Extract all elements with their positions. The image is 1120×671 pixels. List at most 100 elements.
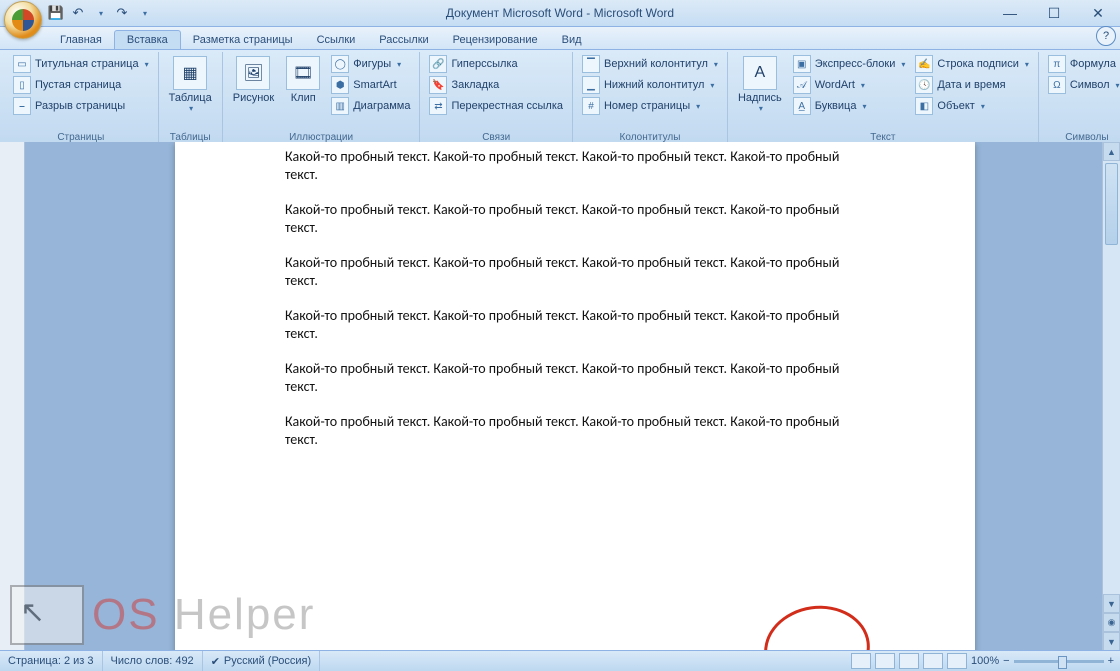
zoom-level[interactable]: 100% (971, 655, 999, 667)
save-icon[interactable]: 💾 (48, 5, 64, 21)
status-page[interactable]: Страница: 2 из 3 (0, 651, 103, 671)
paragraph: Какой-то пробный текст. Какой-то пробный… (285, 413, 845, 448)
ribbon-tabs: Главная Вставка Разметка страницы Ссылки… (0, 27, 1120, 50)
next-page-button[interactable]: ▼ (1103, 632, 1120, 651)
sigline-button[interactable]: ✍Строка подписи (912, 54, 1031, 74)
view-fullscreen[interactable] (875, 653, 895, 669)
redo-icon[interactable]: ↷ (114, 5, 130, 21)
paragraph: Какой-то пробный текст. Какой-то пробный… (285, 307, 845, 342)
bookmark-button[interactable]: 🔖Закладка (426, 75, 566, 95)
footer-icon: ▁ (582, 76, 600, 94)
clip-button[interactable]: 🎞Клип (282, 54, 324, 106)
tab-pagelayout[interactable]: Разметка страницы (181, 31, 305, 49)
qat-customize[interactable] (136, 5, 152, 21)
status-bar: Страница: 2 из 3 Число слов: 492 ✔Русски… (0, 650, 1120, 671)
spellcheck-icon: ✔ (211, 655, 220, 668)
close-button[interactable]: ✕ (1076, 0, 1120, 26)
textbox-icon: A (743, 56, 777, 90)
formula-button[interactable]: πФормула (1045, 54, 1120, 74)
paragraph: Какой-то пробный текст. Какой-то пробный… (285, 360, 845, 395)
footer-button[interactable]: ▁Нижний колонтитул (579, 75, 721, 95)
help-button[interactable]: ? (1096, 26, 1116, 46)
window-title: Документ Microsoft Word - Microsoft Word (0, 6, 1120, 20)
hyperlink-button[interactable]: 🔗Гиперссылка (426, 54, 566, 74)
express-button[interactable]: ▣Экспресс-блоки (790, 54, 909, 74)
zoom-thumb[interactable] (1058, 656, 1067, 669)
table-icon: ▦ (173, 56, 207, 90)
view-outline[interactable] (923, 653, 943, 669)
zoom-out-button[interactable]: − (1003, 655, 1009, 667)
zoom-slider[interactable] (1014, 660, 1104, 663)
page-1[interactable]: Какой-то пробный текст. Какой-то пробный… (175, 142, 975, 651)
tab-mailings[interactable]: Рассылки (367, 31, 440, 49)
object-icon: ◧ (915, 97, 933, 115)
status-lang[interactable]: ✔Русский (Россия) (203, 651, 321, 671)
hyperlink-icon: 🔗 (429, 55, 447, 73)
smartart-icon: ⬢ (331, 76, 349, 94)
object-button[interactable]: ◧Объект (912, 96, 1031, 116)
tab-insert[interactable]: Вставка (114, 30, 181, 49)
blank-page-button[interactable]: ▯Пустая страница (10, 75, 152, 95)
crossref-button[interactable]: ⇄Перекрестная ссылка (426, 96, 566, 116)
group-illustrations: 🖼Рисунок 🎞Клип ◯Фигуры ⬢SmartArt ▥Диагра… (223, 52, 421, 144)
document-text[interactable]: Какой-то пробный текст. Какой-то пробный… (175, 142, 975, 476)
chart-button[interactable]: ▥Диаграмма (328, 96, 413, 116)
datetime-button[interactable]: 🕓Дата и время (912, 75, 1031, 95)
title-bar: 💾 ↶ ↷ Документ Microsoft Word - Microsof… (0, 0, 1120, 27)
vertical-scrollbar[interactable]: ▲ ▼ ◉ ▼ (1102, 142, 1120, 651)
maximize-button[interactable]: ☐ (1032, 0, 1076, 26)
dropcap-button[interactable]: A̲Буквица (790, 96, 909, 116)
shapes-button[interactable]: ◯Фигуры (328, 54, 413, 74)
tab-references[interactable]: Ссылки (305, 31, 368, 49)
express-icon: ▣ (793, 55, 811, 73)
undo-icon[interactable]: ↶ (70, 5, 86, 21)
page-break-button[interactable]: ⎯Разрыв страницы (10, 96, 152, 116)
paragraph: Какой-то пробный текст. Какой-то пробный… (285, 148, 845, 183)
crossref-icon: ⇄ (429, 97, 447, 115)
minimize-button[interactable]: — (988, 0, 1032, 26)
header-icon: ▔ (582, 55, 600, 73)
wordart-button[interactable]: 𝒜WordArt (790, 75, 909, 95)
tab-home[interactable]: Главная (48, 31, 114, 49)
textbox-button[interactable]: AНадпись (734, 54, 786, 115)
status-words[interactable]: Число слов: 492 (103, 651, 203, 671)
undo-dropdown[interactable] (92, 5, 108, 21)
paragraph: Какой-то пробный текст. Какой-то пробный… (285, 254, 845, 289)
symbol-button[interactable]: ΩСимвол (1045, 75, 1120, 95)
vertical-ruler (0, 142, 25, 651)
group-symbols: πФормула ΩСимвол Символы (1039, 52, 1120, 144)
prev-page-button[interactable]: ◉ (1103, 613, 1120, 632)
annotation-circle (759, 599, 876, 651)
cover-page-icon: ▭ (13, 55, 31, 73)
group-links: 🔗Гиперссылка 🔖Закладка ⇄Перекрестная ссы… (420, 52, 573, 144)
workspace: Какой-то пробный текст. Какой-то пробный… (0, 142, 1120, 651)
table-button[interactable]: ▦Таблица (165, 54, 216, 115)
group-pages: ▭Титульная страница ▯Пустая страница ⎯Ра… (4, 52, 159, 144)
view-draft[interactable] (947, 653, 967, 669)
tab-view[interactable]: Вид (550, 31, 594, 49)
view-print-layout[interactable] (851, 653, 871, 669)
symbol-icon: Ω (1048, 76, 1066, 94)
pagenum-icon: # (582, 97, 600, 115)
picture-icon: 🖼 (236, 56, 270, 90)
picture-button[interactable]: 🖼Рисунок (229, 54, 279, 106)
formula-icon: π (1048, 55, 1066, 73)
group-tables: ▦Таблица Таблицы (159, 52, 223, 144)
group-text: AНадпись ▣Экспресс-блоки 𝒜WordArt A̲Букв… (728, 52, 1039, 144)
shapes-icon: ◯ (331, 55, 349, 73)
view-web[interactable] (899, 653, 919, 669)
office-button[interactable] (4, 1, 42, 39)
zoom-in-button[interactable]: + (1108, 655, 1114, 667)
scroll-down-button[interactable]: ▼ (1103, 594, 1120, 613)
group-headers: ▔Верхний колонтитул ▁Нижний колонтитул #… (573, 52, 728, 144)
scroll-track[interactable] (1103, 159, 1120, 597)
sigline-icon: ✍ (915, 55, 933, 73)
scroll-thumb[interactable] (1105, 163, 1118, 245)
tab-review[interactable]: Рецензирование (441, 31, 550, 49)
document-area[interactable]: Какой-то пробный текст. Какой-то пробный… (25, 142, 1102, 651)
pagenum-button[interactable]: #Номер страницы (579, 96, 721, 116)
blank-page-icon: ▯ (13, 76, 31, 94)
smartart-button[interactable]: ⬢SmartArt (328, 75, 413, 95)
cover-page-button[interactable]: ▭Титульная страница (10, 54, 152, 74)
header-button[interactable]: ▔Верхний колонтитул (579, 54, 721, 74)
